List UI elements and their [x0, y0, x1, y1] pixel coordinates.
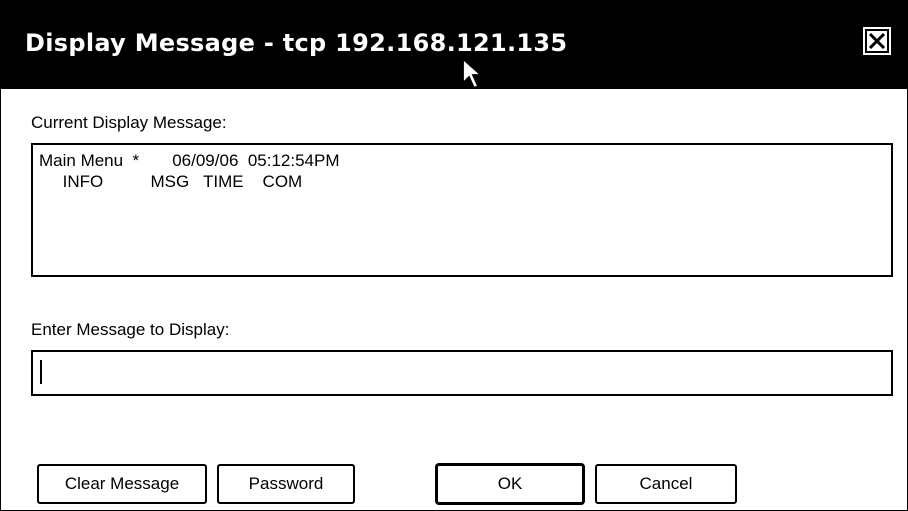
message-input[interactable]: [37, 356, 889, 386]
password-button[interactable]: Password: [217, 464, 355, 504]
close-button[interactable]: [861, 25, 893, 57]
cancel-button[interactable]: Cancel: [595, 464, 737, 504]
clear-message-button[interactable]: Clear Message: [37, 464, 207, 504]
display-message-dialog: Display Message - tcp 192.168.121.135 Cu…: [0, 0, 908, 511]
title-bar[interactable]: Display Message - tcp 192.168.121.135: [1, 1, 907, 89]
enter-message-label: Enter Message to Display:: [31, 320, 230, 339]
display-line-2: INFO MSG TIME COM: [39, 172, 303, 191]
current-display-label: Current Display Message:: [31, 113, 227, 132]
ok-button[interactable]: OK: [436, 464, 584, 504]
message-input-frame[interactable]: [31, 350, 893, 396]
display-line-1: Main Menu * 06/09/06 05:12:54PM: [39, 151, 340, 170]
window-title: Display Message - tcp 192.168.121.135: [25, 29, 568, 57]
current-display-message-box: Main Menu * 06/09/06 05:12:54PM INFO MSG…: [31, 143, 893, 277]
close-icon: [868, 32, 886, 50]
